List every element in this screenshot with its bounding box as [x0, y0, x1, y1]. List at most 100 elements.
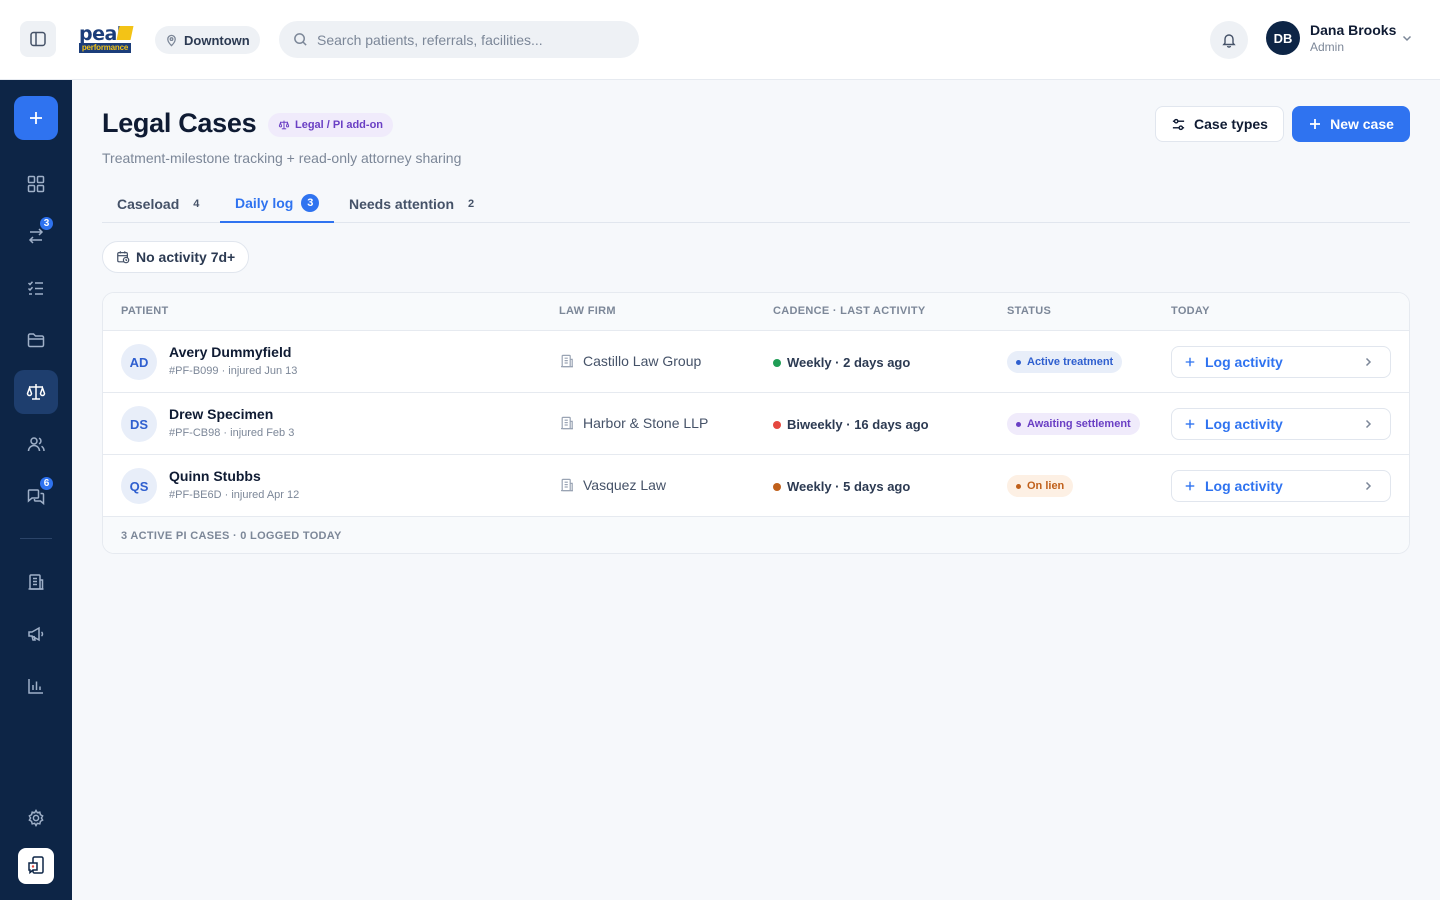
tab-caseload[interactable]: Caseload 4: [102, 184, 220, 223]
user-menu[interactable]: DB Dana Brooks Admin: [1266, 21, 1412, 55]
sidebar-item-documents[interactable]: [14, 318, 58, 362]
law-firm-cell: Vasquez Law: [559, 477, 666, 493]
status-badge: Awaiting settlement: [1007, 413, 1140, 435]
table-footer: 3 ACTIVE PI CASES · 0 LOGGED TODAY: [103, 517, 1409, 553]
brand-logo: peak performance: [79, 25, 134, 56]
col-header-today: TODAY: [1171, 305, 1210, 317]
sidebar-item-marketing[interactable]: [14, 612, 58, 656]
sidebar-item-dashboard[interactable]: [14, 162, 58, 206]
users-icon: [27, 437, 45, 452]
status-dot: [1016, 421, 1021, 427]
tab-daily-log[interactable]: Daily log 3: [220, 184, 335, 223]
filter-label: No activity 7d+: [136, 249, 236, 265]
logo-line2: performance: [79, 43, 131, 53]
map-pin-icon: [167, 34, 176, 46]
cadence-text: Weekly · 5 days ago: [787, 479, 911, 494]
law-firm-name: Vasquez Law: [583, 477, 667, 493]
tab-needs-attention[interactable]: Needs attention 2: [334, 184, 495, 223]
addon-badge: Legal / PI add-on: [268, 113, 394, 137]
log-activity-button[interactable]: Log activity: [1171, 408, 1391, 440]
bell-icon: [1222, 34, 1236, 48]
sidebar-item-referrals[interactable]: 3: [14, 214, 58, 258]
sidebar-item-tasks[interactable]: [14, 266, 58, 310]
user-role: Admin: [1310, 40, 1345, 54]
scales-icon: [26, 384, 46, 400]
patient-avatar: AD: [121, 344, 157, 380]
status-badge: Active treatment: [1007, 351, 1123, 373]
cadence-text: Weekly · 2 days ago: [787, 355, 911, 370]
sidebar-item-legal-cases[interactable]: [14, 370, 58, 414]
cadence-dot: [773, 358, 781, 367]
sidebar-item-messages[interactable]: 6: [14, 474, 58, 518]
log-activity-label: Log activity: [1205, 354, 1283, 370]
user-name: Dana Brooks: [1310, 22, 1397, 38]
status-text: Awaiting settlement: [1027, 418, 1131, 430]
megaphone-icon: [28, 626, 44, 642]
tab-count: 4: [193, 197, 200, 210]
building-icon: [561, 416, 573, 430]
sliders-icon: [1172, 118, 1185, 130]
quick-add-button[interactable]: [14, 96, 58, 140]
filter-no-activity-chip[interactable]: No activity 7d+: [102, 241, 250, 273]
status-badge: On lien: [1007, 475, 1074, 497]
status-text: On lien: [1027, 480, 1065, 492]
building-icon: [561, 354, 573, 368]
user-avatar: DB: [1266, 21, 1300, 55]
calendar-clock-icon: [117, 251, 130, 264]
patient-name[interactable]: Quinn Stubbs: [169, 468, 261, 484]
tab-count: 2: [467, 197, 475, 210]
page-subtitle: Treatment-milestone tracking + read-only…: [102, 150, 462, 166]
search-input[interactable]: [317, 31, 617, 48]
checklist-icon: [27, 281, 43, 295]
sidebar-toggle-icon: [30, 31, 46, 47]
table-row[interactable]: AD Avery Dummyfield #PF-B099 · injured J…: [103, 331, 1409, 393]
sidebar: 3 6: [0, 80, 72, 900]
cadence-dot: [773, 482, 781, 491]
tab-bar: Caseload 4 Daily log 3 Needs attention 2: [102, 184, 1410, 223]
search-bar[interactable]: [279, 21, 639, 58]
sidebar-item-facilities[interactable]: [14, 560, 58, 604]
col-header-patient: PATIENT: [121, 305, 169, 317]
addon-badge-label: Legal / PI add-on: [295, 119, 384, 131]
bar-chart-icon: [28, 679, 43, 694]
plus-icon: [1185, 481, 1195, 491]
gear-icon: [28, 809, 44, 827]
col-header-cadence: CADENCE · LAST ACTIVITY: [773, 305, 926, 317]
table-row[interactable]: DS Drew Specimen #PF-CB98 · injured Feb …: [103, 393, 1409, 455]
table-row[interactable]: QS Quinn Stubbs #PF-BE6D · injured Apr 1…: [103, 455, 1409, 517]
sidebar-divider: [20, 538, 52, 539]
log-activity-label: Log activity: [1205, 416, 1283, 432]
cases-table: PATIENT LAW FIRM CADENCE · LAST ACTIVITY…: [102, 292, 1410, 554]
patient-meta: #PF-BE6D · injured Apr 12: [169, 489, 300, 501]
sidebar-toggle-button[interactable]: [20, 21, 56, 57]
logo-spark-icon: [116, 26, 134, 40]
patient-name[interactable]: Avery Dummyfield: [169, 344, 291, 360]
sidebar-item-reports[interactable]: [14, 664, 58, 708]
tab-label: Caseload: [117, 195, 180, 212]
support-chat-icon: [28, 856, 44, 875]
search-icon: [294, 33, 307, 46]
law-firm-name: Castillo Law Group: [583, 353, 702, 369]
col-header-law-firm: LAW FIRM: [559, 305, 616, 317]
patient-name[interactable]: Drew Specimen: [169, 406, 273, 422]
sidebar-item-patients[interactable]: [14, 422, 58, 466]
new-case-button[interactable]: New case: [1292, 106, 1410, 142]
patient-meta: #PF-B099 · injured Jun 13: [169, 365, 298, 377]
location-selector[interactable]: Downtown: [155, 26, 260, 54]
chevron-right-icon: [1365, 357, 1372, 367]
case-types-button[interactable]: Case types: [1155, 106, 1284, 142]
notifications-button[interactable]: [1210, 21, 1248, 59]
status-dot: [1016, 359, 1021, 365]
log-activity-button[interactable]: Log activity: [1171, 346, 1391, 378]
referrals-badge: 3: [39, 216, 54, 231]
tab-label: Needs attention: [349, 195, 455, 212]
patient-meta: #PF-CB98 · injured Feb 3: [169, 427, 295, 439]
log-activity-button[interactable]: Log activity: [1171, 470, 1391, 502]
sidebar-item-settings[interactable]: [14, 796, 58, 840]
chevron-right-icon: [1365, 481, 1372, 491]
law-firm-cell: Harbor & Stone LLP: [559, 415, 708, 431]
law-firm-name: Harbor & Stone LLP: [583, 415, 709, 431]
col-header-status: STATUS: [1007, 305, 1052, 317]
help-app-button[interactable]: [18, 848, 54, 884]
tab-count: 3: [301, 193, 320, 212]
